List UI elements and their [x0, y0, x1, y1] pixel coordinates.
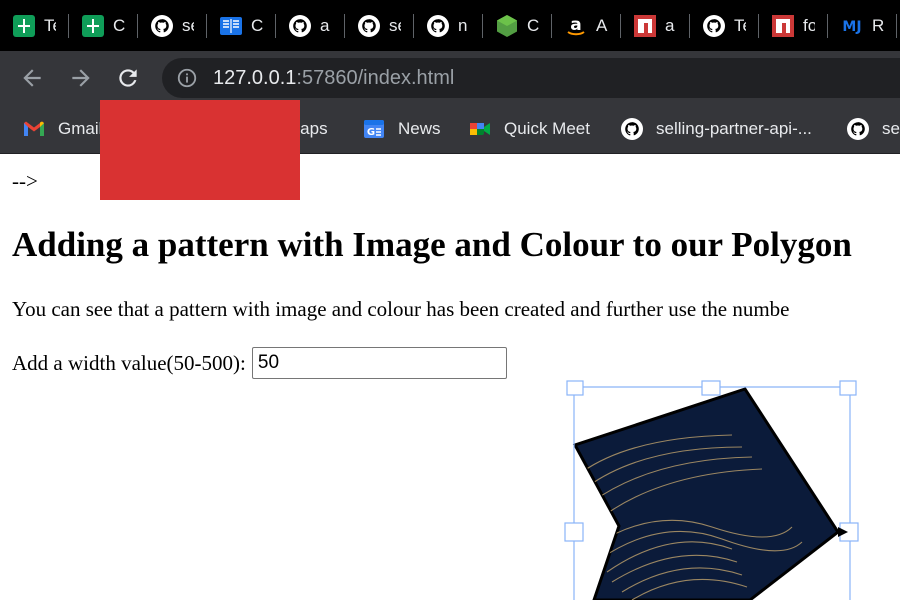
tab-label: A — [596, 15, 608, 35]
github-icon — [620, 117, 644, 141]
address-bar[interactable]: 127.0.0.1:57860/index.html — [162, 58, 900, 98]
gmail-icon — [22, 117, 46, 141]
browser-tab[interactable]: se — [345, 0, 414, 51]
browser-tab[interactable]: C — [207, 0, 276, 51]
resize-handle-top-middle[interactable] — [701, 380, 721, 396]
github-icon — [150, 14, 174, 38]
tab-label: R — [872, 15, 884, 35]
tab-label: a — [320, 15, 330, 35]
back-button[interactable] — [17, 63, 47, 93]
tab-label: C — [251, 15, 263, 35]
svg-text:a: a — [570, 15, 581, 35]
amazon-icon: a — [564, 14, 588, 38]
tab-strip: TeCseCasenCaAaTefoMJR — [0, 0, 900, 51]
bookmark-item[interactable]: selling-partner-api-... — [620, 116, 812, 142]
tab-label: se — [389, 15, 401, 35]
stray-comment-text: --> — [12, 169, 38, 193]
npm-icon — [633, 14, 657, 38]
reload-button[interactable] — [113, 63, 143, 93]
width-label: Add a width value(50-500): — [12, 350, 246, 375]
bookmark-label: selling-partner-api-... — [656, 119, 812, 138]
bookmark-label: Quick Meet — [504, 119, 590, 138]
nodejs-icon — [495, 14, 519, 38]
github-icon — [702, 14, 726, 38]
resize-handle-top-left[interactable] — [566, 380, 584, 396]
arrow-left-icon — [23, 69, 41, 87]
browser-tab[interactable]: fo — [759, 0, 828, 51]
bookmark-item[interactable]: Gmail — [22, 116, 102, 142]
svg-text:MJ: MJ — [842, 19, 861, 35]
tab-label: Te — [734, 15, 746, 35]
tab-label: n — [458, 15, 468, 35]
resize-handle-middle-left[interactable] — [564, 522, 584, 542]
github-icon — [846, 117, 870, 141]
info-icon[interactable] — [176, 67, 198, 89]
forward-button[interactable] — [66, 63, 96, 93]
bookmark-label: se — [882, 119, 900, 138]
google-meet-icon — [468, 117, 492, 141]
github-icon — [426, 14, 450, 38]
reload-icon — [119, 69, 137, 87]
width-input[interactable] — [251, 347, 507, 379]
browser-tab[interactable]: se — [138, 0, 207, 51]
google-news-icon: G — [362, 117, 386, 141]
browser-tab[interactable]: C — [69, 0, 138, 51]
browser-tab[interactable]: a — [276, 0, 345, 51]
npm-icon — [771, 14, 795, 38]
github-icon — [288, 14, 312, 38]
patterned-star-canvas[interactable] — [562, 377, 900, 600]
resize-handle-top-right[interactable] — [839, 380, 857, 396]
bookmark-label: Gmail — [58, 119, 103, 138]
browser-tab[interactable]: C — [483, 0, 552, 51]
browser-tab[interactable]: Te — [0, 0, 69, 51]
url-path: :57860/index.html — [296, 67, 455, 89]
bookmark-item[interactable]: se — [846, 116, 900, 142]
tab-label: C — [113, 15, 125, 35]
google-sheets-icon — [81, 14, 105, 38]
browser-tab[interactable]: aA — [552, 0, 621, 51]
svg-text:G: G — [367, 127, 375, 138]
browser-tab[interactable]: MJ R — [828, 0, 897, 51]
width-control: Add a width value(50-500): — [12, 347, 507, 379]
browser-tab[interactable]: Te — [690, 0, 759, 51]
browser-toolbar: 127.0.0.1:57860/index.html — [0, 51, 900, 104]
mj-icon: MJ — [840, 14, 864, 38]
tab-label: Te — [44, 15, 56, 35]
github-icon — [357, 14, 381, 38]
google-sheets-icon — [12, 14, 36, 38]
page-title: Adding a pattern with Image and Colour t… — [12, 225, 852, 264]
url-host: 127.0.0.1 — [213, 67, 297, 89]
book-icon — [219, 14, 243, 38]
page-content: --> Adding a pattern with Image and Colo… — [0, 155, 900, 600]
description-paragraph: You can see that a pattern with image an… — [12, 297, 790, 321]
tab-label: C — [527, 15, 539, 35]
tab-label: a — [665, 15, 675, 35]
bookmark-item[interactable]: Quick Meet — [468, 116, 590, 142]
arrow-right-icon — [72, 69, 90, 87]
url-text: 127.0.0.1:57860/index.html — [213, 67, 454, 89]
tab-label: se — [182, 15, 194, 35]
bookmark-label: News — [398, 119, 441, 138]
tab-label: fo — [803, 15, 815, 35]
bookmark-item[interactable]: G News — [362, 116, 441, 142]
browser-tab[interactable]: n — [414, 0, 483, 51]
browser-tab[interactable]: a — [621, 0, 690, 51]
